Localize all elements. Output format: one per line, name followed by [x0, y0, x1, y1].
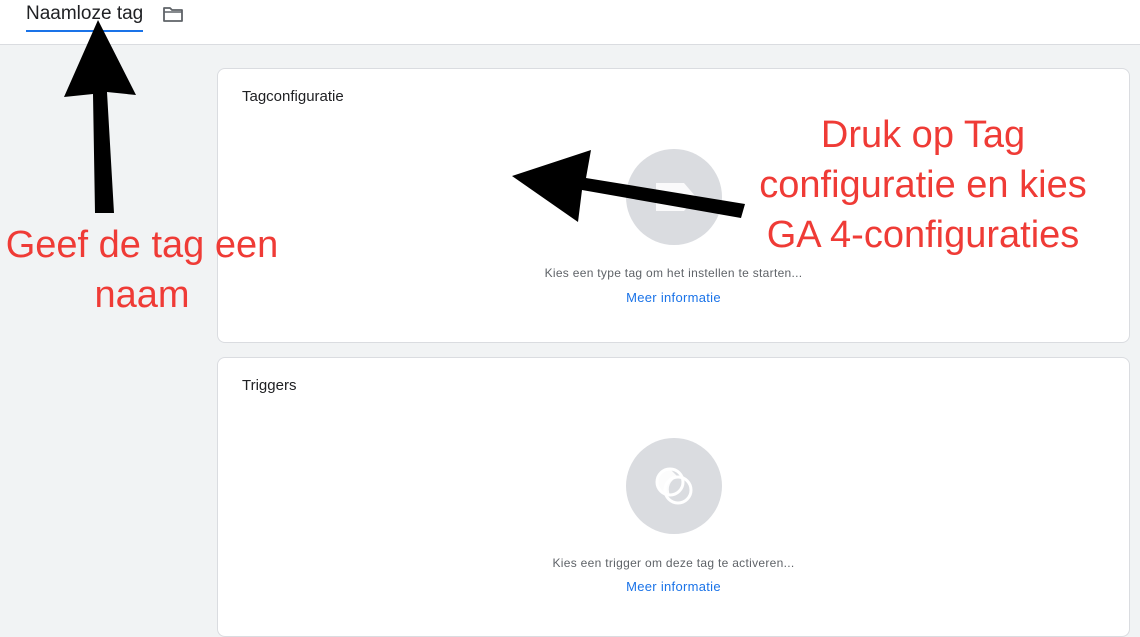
annotation-tag-configuration: Druk op Tag configuratie en kies GA 4-co…	[738, 110, 1108, 260]
top-bar: Naamloze tag	[0, 0, 1140, 45]
tag-name-input[interactable]: Naamloze tag	[26, 3, 144, 32]
tag-configuration-title: Tagconfiguratie	[242, 88, 344, 105]
annotation-name-tag: Geef de tag een naam	[0, 220, 292, 320]
up-arrow-annotation	[64, 20, 136, 213]
annotation-line: naam	[94, 274, 190, 316]
triggers-card[interactable]: Triggers Kies een trigger om deze tag te…	[217, 357, 1130, 637]
triggers-title: Triggers	[242, 377, 297, 394]
folder-icon[interactable]	[162, 4, 184, 24]
tag-configuration-more-info-link[interactable]: Meer informatie	[626, 290, 721, 305]
annotation-line: Geef de tag een	[5, 224, 279, 266]
tag-icon[interactable]	[626, 149, 722, 245]
annotation-line: GA 4-configuraties	[766, 214, 1080, 256]
tag-configuration-hint: Kies een type tag om het instellen te st…	[544, 266, 803, 280]
triggers-hint: Kies een trigger om deze tag te activere…	[552, 556, 795, 570]
trigger-circles-icon[interactable]	[626, 438, 722, 534]
annotation-line: configuratie en kies	[759, 164, 1087, 206]
annotation-line: Druk op Tag	[820, 114, 1026, 156]
triggers-more-info-link[interactable]: Meer informatie	[626, 579, 721, 594]
